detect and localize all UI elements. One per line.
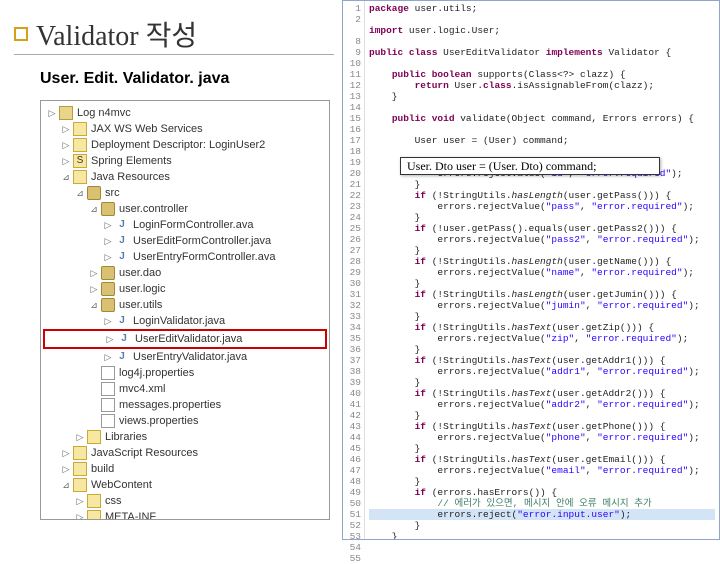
tree-folder[interactable]: ▷css xyxy=(43,493,327,509)
tree-file[interactable]: mvc4.xml xyxy=(43,381,327,397)
title-bullet-icon xyxy=(14,27,28,41)
tree-libraries[interactable]: ▷Libraries xyxy=(43,429,327,445)
project-explorer: ▷Log n4mvc ▷JAX WS Web Services ▷Deploym… xyxy=(40,100,330,520)
code-editor[interactable]: 1289101112131415161718192021222324252627… xyxy=(342,0,720,540)
callout-text: User. Dto user = (User. Dto) command; xyxy=(407,159,596,174)
code-content[interactable]: package user.utils; import user.logic.Us… xyxy=(365,1,719,539)
title-underline xyxy=(14,54,334,55)
tree-src[interactable]: ⊿src xyxy=(43,185,327,201)
tree-java-file[interactable]: ▷JLoginValidator.java xyxy=(43,313,327,329)
tree-package[interactable]: ⊿user.utils xyxy=(43,297,327,313)
tree-project[interactable]: ▷Log n4mvc xyxy=(43,105,327,121)
tree-item[interactable]: ▷JavaScript Resources xyxy=(43,445,327,461)
tree-webcontent[interactable]: ⊿WebContent xyxy=(43,477,327,493)
tree-java-resources[interactable]: ⊿Java Resources xyxy=(43,169,327,185)
tree-file[interactable]: log4j.properties xyxy=(43,365,327,381)
line-gutter: 1289101112131415161718192021222324252627… xyxy=(343,1,365,539)
tree-file[interactable]: views.properties xyxy=(43,413,327,429)
tree-java-file[interactable]: ▷JUserEditFormController.java xyxy=(43,233,327,249)
tree-java-file[interactable]: ▷JUserEntryValidator.java xyxy=(43,349,327,365)
tree-java-file[interactable]: ▷JLoginFormController.ava xyxy=(43,217,327,233)
tree-java-file-highlighted[interactable]: ▷JUserEditValidator.java xyxy=(43,329,327,349)
tree-folder[interactable]: ▷META-INF xyxy=(43,509,327,520)
callout-box: User. Dto user = (User. Dto) command; xyxy=(400,157,660,175)
slide-title: Validator 작성 xyxy=(36,14,197,54)
tree-item[interactable]: ▷Deployment Descriptor: LoginUser2 xyxy=(43,137,327,153)
tree-item[interactable]: ▷JAX WS Web Services xyxy=(43,121,327,137)
tree-item[interactable]: ▷SSpring Elements xyxy=(43,153,327,169)
tree-file[interactable]: messages.properties xyxy=(43,397,327,413)
tree-package[interactable]: ▷user.dao xyxy=(43,265,327,281)
tree-package[interactable]: ⊿user.controller xyxy=(43,201,327,217)
slide-title-bar: Validator 작성 xyxy=(14,14,334,54)
tree-java-file[interactable]: ▷JUserEntryFormController.ava xyxy=(43,249,327,265)
tree-item[interactable]: ▷build xyxy=(43,461,327,477)
slide-subtitle: User. Edit. Validator. java xyxy=(40,70,229,88)
tree-package[interactable]: ▷user.logic xyxy=(43,281,327,297)
